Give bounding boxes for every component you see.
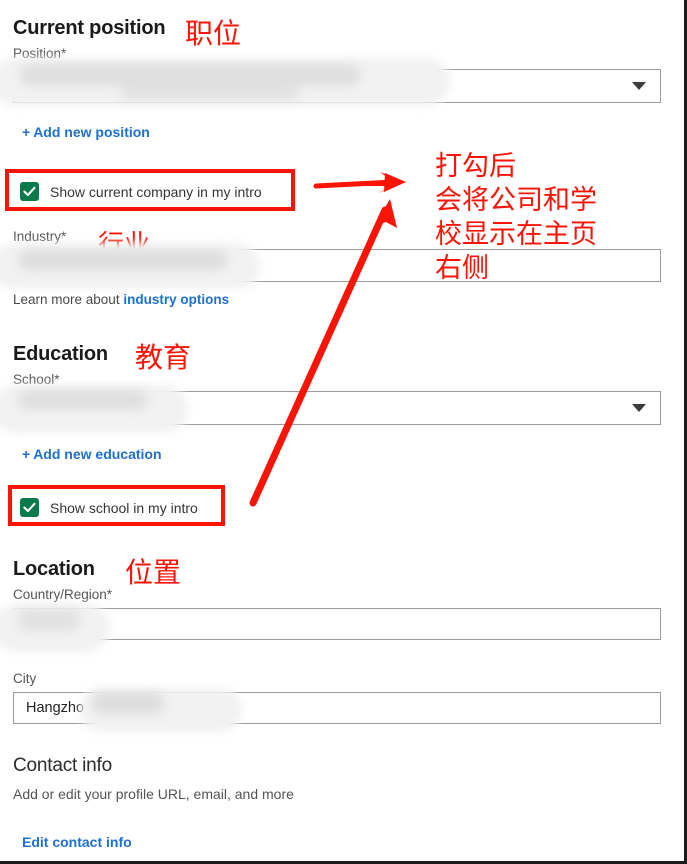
redaction-blob (18, 609, 80, 631)
country-region-label: Country/Region* (13, 587, 113, 602)
education-heading: Education (13, 343, 108, 365)
arrow-right-icon (313, 172, 406, 193)
edit-contact-info-link[interactable]: Edit contact info (22, 834, 132, 850)
annotation-highlight-company-checkbox (5, 169, 295, 211)
redaction-blob (18, 390, 148, 410)
annotation-current-position: 职位 (185, 17, 242, 50)
current-position-heading: Current position (13, 17, 166, 39)
location-heading: Location (13, 558, 95, 580)
industry-label: Industry* (13, 229, 67, 244)
profile-edit-form: Current position 职位 Position* + Add new p… (0, 0, 687, 864)
contact-info-subtitle: Add or edit your profile URL, email, and… (13, 786, 294, 802)
contact-info-heading: Contact info (13, 755, 112, 776)
annotation-note-line: 打勾后 (435, 151, 516, 182)
add-new-position-link[interactable]: + Add new position (22, 124, 150, 140)
plus-icon: + (22, 124, 31, 140)
country-region-input[interactable] (13, 608, 661, 640)
add-new-education-label: Add new education (33, 446, 162, 462)
add-new-education-link[interactable]: + Add new education (22, 446, 162, 462)
city-value: Hangzho (26, 700, 85, 716)
arrow-diagonal-icon (249, 199, 397, 507)
redaction-blob (18, 250, 228, 270)
industry-help-prefix: Learn more about (13, 292, 124, 307)
annotation-note-line: 右侧 (435, 253, 489, 284)
industry-help-text: Learn more about industry options (13, 292, 229, 307)
annotation-note-line: 会将公司和学 (435, 185, 597, 216)
chevron-down-icon (632, 404, 646, 412)
annotation-note-line: 校显示在主页 (435, 219, 597, 250)
plus-icon: + (22, 446, 31, 462)
industry-options-link[interactable]: industry options (123, 292, 229, 307)
add-new-position-label: Add new position (33, 124, 150, 140)
redaction-blob (92, 692, 164, 714)
annotation-location: 位置 (125, 556, 182, 589)
redaction-blob (120, 82, 300, 100)
annotation-highlight-school-checkbox (8, 485, 225, 526)
chevron-down-icon (632, 82, 646, 90)
annotation-education: 教育 (135, 341, 192, 374)
annotation-note-text: 打勾后 会将公司和学 校显示在主页 右侧 (435, 150, 645, 286)
city-label: City (13, 671, 37, 686)
